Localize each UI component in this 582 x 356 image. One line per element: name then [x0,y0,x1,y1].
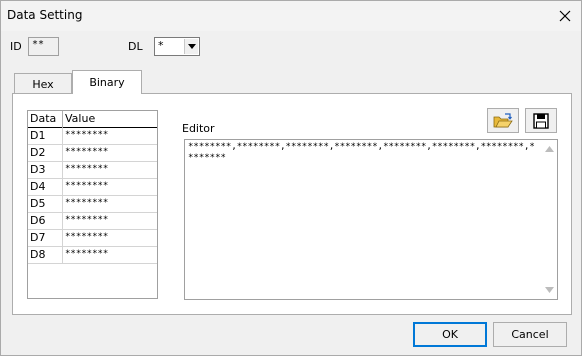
floppy-disk-icon [533,112,549,129]
close-icon [559,10,571,22]
row-value-cell[interactable]: ******** [63,179,157,195]
row-data-cell: D3 [28,162,63,178]
scroll-down-button[interactable] [541,283,557,297]
cancel-button[interactable]: Cancel [493,322,567,347]
data-grid: Data Value D1 ******** D2 ******** D3 **… [27,110,158,299]
row-value-cell[interactable]: ******** [63,230,157,246]
chevron-down-icon [187,44,196,49]
window-title: Data Setting [7,8,83,22]
table-row[interactable]: D6 ******** [28,213,157,230]
cancel-label: Cancel [511,328,549,341]
row-value-cell[interactable]: ******** [63,247,157,263]
row-value-cell[interactable]: ******** [63,128,157,144]
dl-select[interactable]: * [154,37,200,56]
grid-header: Data Value [28,111,157,128]
tab-hex-label: Hex [32,77,54,91]
table-row[interactable]: D3 ******** [28,162,157,179]
editor-label: Editor [182,122,215,135]
table-row[interactable]: D7 ******** [28,230,157,247]
row-data-cell: D7 [28,230,63,246]
scroll-down-icon [544,287,554,293]
binary-tab-panel: Data Value D1 ******** D2 ******** D3 **… [12,93,572,315]
dl-dropdown-button[interactable] [184,39,198,54]
row-data-cell: D8 [28,247,63,263]
ok-label: OK [442,328,458,341]
dl-value: * [158,39,164,52]
row-data-cell: D5 [28,196,63,212]
tab-binary-label: Binary [89,76,125,89]
table-row[interactable]: D4 ******** [28,179,157,196]
dl-label: DL [128,40,143,53]
table-row[interactable]: D8 ******** [28,247,157,264]
save-file-button[interactable] [525,108,557,133]
id-field: ** [28,37,59,56]
row-data-cell: D4 [28,179,63,195]
ok-button[interactable]: OK [413,322,487,347]
tab-hex[interactable]: Hex [14,73,72,94]
scroll-up-icon [544,146,554,152]
tab-binary[interactable]: Binary [72,70,142,94]
row-value-cell[interactable]: ******** [63,145,157,161]
row-value-cell[interactable]: ******** [63,213,157,229]
title-bar: Data Setting [1,1,581,31]
editor-text[interactable]: ********,********,********,********,****… [188,142,538,164]
data-setting-dialog: Data Setting ID ** DL * Hex Binary Data … [0,0,582,356]
scroll-up-button[interactable] [541,142,557,156]
row-value-cell[interactable]: ******** [63,196,157,212]
open-file-button[interactable] [487,108,519,133]
id-label: ID [10,40,22,53]
id-value: ** [32,39,45,50]
header-value[interactable]: Value [63,111,157,128]
header-data[interactable]: Data [28,111,63,128]
table-row[interactable]: D5 ******** [28,196,157,213]
folder-open-icon [493,112,513,127]
row-value-cell[interactable]: ******** [63,162,157,178]
editor-scrollbar[interactable] [541,140,557,299]
close-button[interactable] [549,2,581,30]
row-data-cell: D2 [28,145,63,161]
table-row[interactable]: D2 ******** [28,145,157,162]
table-row[interactable]: D1 ******** [28,128,157,145]
editor-textarea[interactable]: ********,********,********,********,****… [184,139,558,300]
row-data-cell: D6 [28,213,63,229]
row-data-cell: D1 [28,128,63,144]
